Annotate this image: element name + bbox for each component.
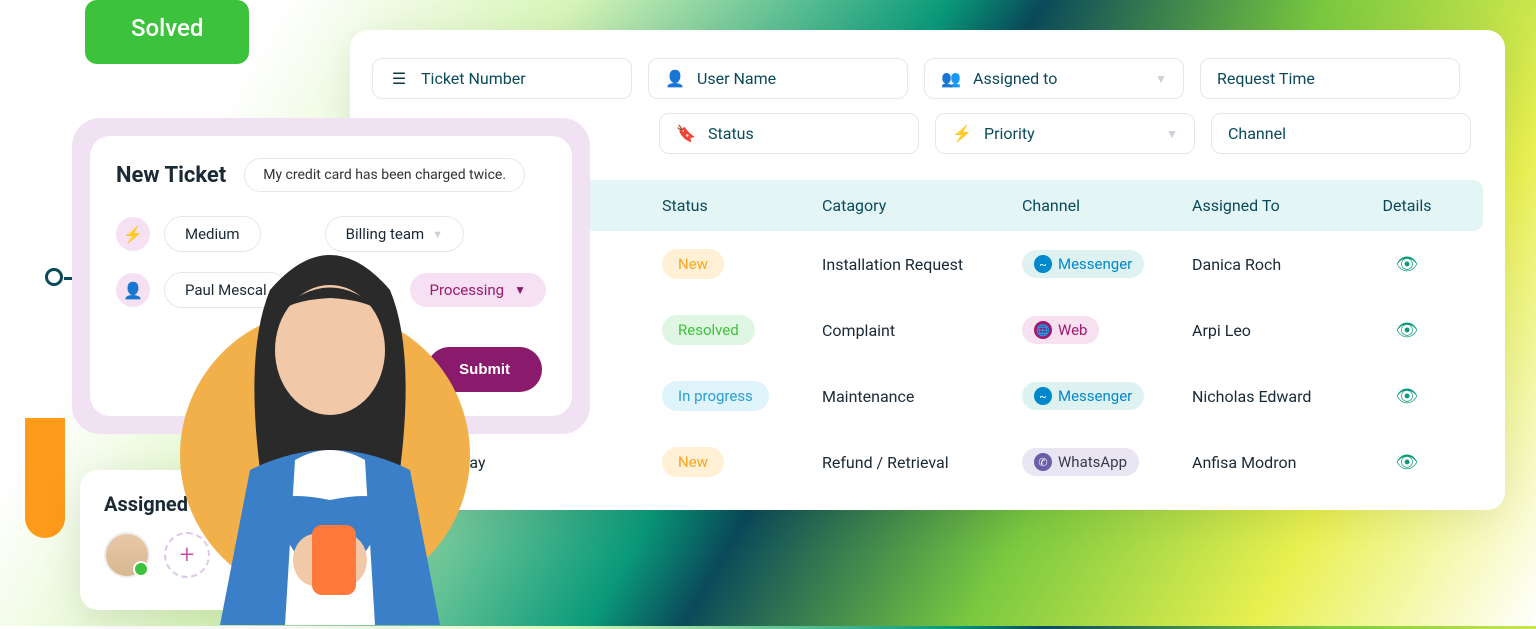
channel-badge: 🌐Web <box>1022 316 1099 344</box>
cell-assigned: Arpi Leo <box>1192 321 1372 340</box>
filter-status[interactable]: 🔖 Status <box>659 113 919 154</box>
table-row: Refund Delay New Refund / Retrieval ✆Wha… <box>372 429 1483 495</box>
new-ticket-title: New Ticket <box>116 163 226 188</box>
chevron-down-icon: ▼ <box>514 283 526 297</box>
decorative-orange-shape <box>25 418 65 538</box>
view-details-button[interactable]: 👁 <box>1396 452 1419 473</box>
filter-request-time[interactable]: Request Time <box>1200 58 1460 99</box>
add-assignee-button[interactable]: + <box>164 532 210 578</box>
view-details-button[interactable]: 👁 <box>1396 386 1419 407</box>
state-select[interactable]: Processing ▼ <box>410 273 547 307</box>
messenger-icon: ~ <box>1034 255 1052 273</box>
channel-badge: ~Messenger <box>1022 382 1144 410</box>
filter-label: Channel <box>1228 124 1286 143</box>
globe-icon: 🌐 <box>1034 321 1052 339</box>
bolt-icon: ⚡ <box>952 124 972 143</box>
filter-label: Assigned to <box>973 69 1057 88</box>
filter-label: Status <box>708 124 754 143</box>
solved-badge: Solved <box>85 0 249 64</box>
view-details-button[interactable]: 👁 <box>1396 254 1419 275</box>
filter-channel[interactable]: Channel <box>1211 113 1471 154</box>
th-details: Details <box>1372 196 1442 215</box>
priority-select[interactable]: Medium <box>164 216 261 252</box>
bookmark-icon: 🔖 <box>676 124 696 143</box>
filter-label: Request Time <box>1217 69 1315 88</box>
filter-ticket-number[interactable]: ☰ Ticket Number <box>372 58 632 99</box>
decorative-circle <box>180 310 470 600</box>
channel-badge: ~Messenger <box>1022 250 1144 278</box>
status-badge: New <box>662 447 724 477</box>
users-icon: 👥 <box>941 69 961 88</box>
status-badge: Resolved <box>662 315 755 345</box>
filter-priority[interactable]: ⚡ Priority ▼ <box>935 113 1195 154</box>
user-icon: 👤 <box>116 273 150 307</box>
filter-label: Ticket Number <box>421 69 526 88</box>
filter-label: Priority <box>984 124 1035 143</box>
chevron-down-icon: ▼ <box>1155 72 1167 86</box>
th-channel: Channel <box>1022 196 1192 215</box>
cell-assigned: Danica Roch <box>1192 255 1372 274</box>
team-select[interactable]: Billing team ▼ <box>325 216 464 252</box>
view-details-button[interactable]: 👁 <box>1396 320 1419 341</box>
channel-badge: ✆WhatsApp <box>1022 448 1139 476</box>
th-status: Status <box>662 196 822 215</box>
user-icon: 👤 <box>665 69 685 88</box>
cell-category: Maintenance <box>822 387 1022 406</box>
chevron-down-icon: ▼ <box>1166 127 1178 141</box>
ticket-subject-input[interactable]: My credit card has been charged twice. <box>244 158 525 192</box>
th-category: Catagory <box>822 196 1022 215</box>
filter-user-name[interactable]: 👤 User Name <box>648 58 908 99</box>
th-assigned: Assigned To <box>1192 196 1372 215</box>
cell-category: Complaint <box>822 321 1022 340</box>
decorative-connector <box>45 268 63 286</box>
user-select[interactable]: Paul Mescal <box>164 272 288 308</box>
cell-assigned: Anfisa Modron <box>1192 453 1372 472</box>
cell-category: Installation Request <box>822 255 1022 274</box>
status-badge: In progress <box>662 381 769 411</box>
bolt-icon: ⚡ <box>116 217 150 251</box>
list-icon: ☰ <box>389 69 409 88</box>
cell-assigned: Nicholas Edward <box>1192 387 1372 406</box>
chevron-down-icon: ▼ <box>432 228 443 241</box>
filter-assigned-to[interactable]: 👥 Assigned to ▼ <box>924 58 1184 99</box>
filter-label: User Name <box>697 69 776 88</box>
status-badge: New <box>662 249 724 279</box>
assignee-avatar[interactable] <box>104 532 150 578</box>
cell-category: Refund / Retrieval <box>822 453 1022 472</box>
messenger-icon: ~ <box>1034 387 1052 405</box>
whatsapp-icon: ✆ <box>1034 453 1052 471</box>
filter-row-1: ☰ Ticket Number 👤 User Name 👥 Assigned t… <box>372 58 1483 99</box>
